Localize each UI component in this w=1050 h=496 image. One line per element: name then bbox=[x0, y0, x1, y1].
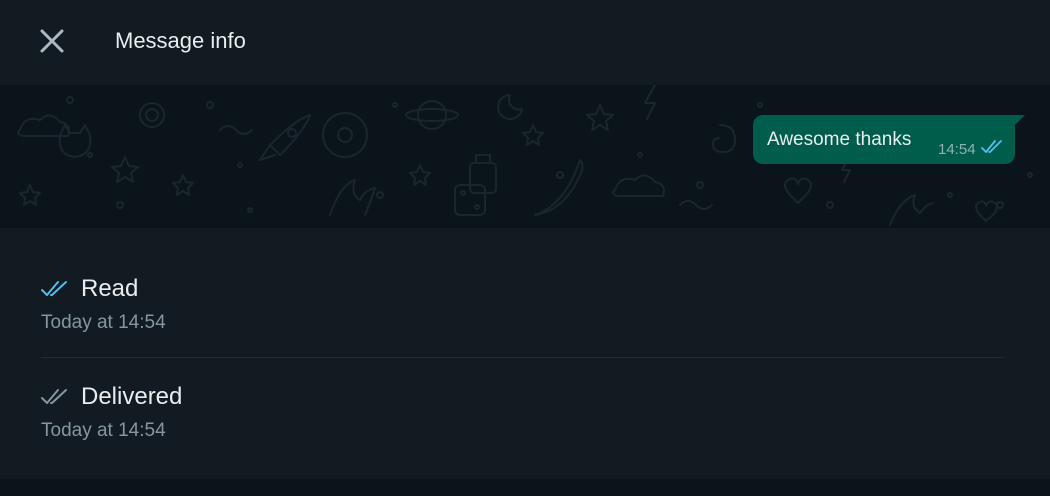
divider bbox=[41, 357, 1004, 358]
message-time: 14:54 bbox=[938, 141, 976, 158]
chat-preview: Awesome thanks 14:54 bbox=[0, 85, 1050, 228]
close-icon bbox=[40, 29, 64, 53]
receipt-panel: Read Today at 14:54 Delivered Today at 1… bbox=[0, 228, 1050, 479]
message-info-window: Message info Awesome thanks 14:54 Read T… bbox=[0, 0, 1050, 496]
delivered-label: Delivered bbox=[81, 383, 183, 410]
message-text: Awesome thanks bbox=[767, 129, 912, 150]
read-time: Today at 14:54 bbox=[41, 312, 166, 333]
read-receipt-row: Read Today at 14:54 bbox=[41, 274, 1004, 334]
bubble-tail bbox=[1013, 115, 1025, 127]
bottom-strip bbox=[0, 479, 1050, 496]
delivered-receipt-row: Delivered Today at 14:54 bbox=[41, 382, 1004, 442]
double-check-read-icon bbox=[981, 140, 1002, 153]
double-check-delivered-icon bbox=[41, 389, 67, 404]
page-title: Message info bbox=[115, 28, 246, 53]
close-button[interactable] bbox=[30, 22, 74, 60]
message-bubble[interactable]: Awesome thanks 14:54 bbox=[753, 115, 1015, 164]
read-label: Read bbox=[81, 275, 139, 302]
header-bar: Message info bbox=[0, 0, 1050, 85]
delivered-time: Today at 14:54 bbox=[41, 420, 166, 441]
double-check-read-icon bbox=[41, 281, 67, 296]
